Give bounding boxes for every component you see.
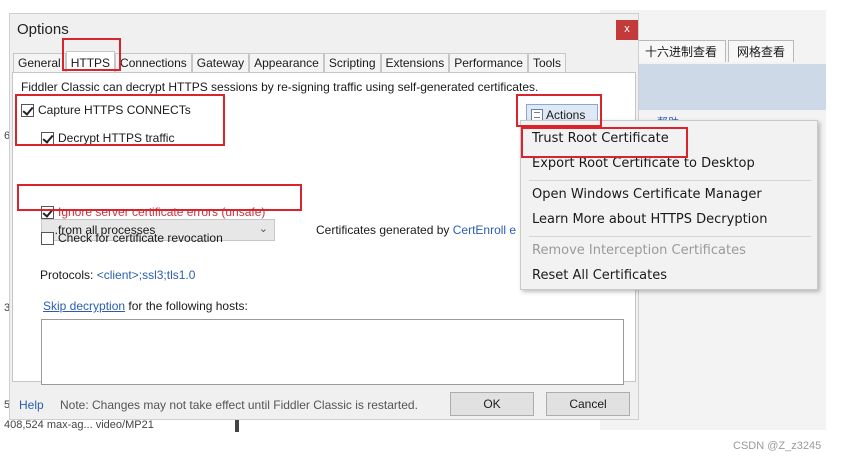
- background-tab-grid[interactable]: 网格查看: [728, 40, 795, 62]
- skip-decryption-line: Skip decryption for the following hosts:: [43, 299, 248, 313]
- menu-item-export-root-certificate[interactable]: Export Root Certificate to Desktop: [532, 156, 755, 171]
- https-description: Fiddler Classic can decrypt HTTPS sessio…: [21, 80, 539, 94]
- menu-item-open-certificate-manager[interactable]: Open Windows Certificate Manager: [532, 187, 762, 202]
- skip-hosts-textarea[interactable]: [41, 319, 624, 385]
- protocols-link[interactable]: <client>;ssl3;tls1.0: [97, 268, 196, 282]
- dialog-title: Options: [17, 21, 69, 38]
- check-revocation-label: Check for certificate revocation: [58, 231, 223, 245]
- tab-tools[interactable]: Tools: [527, 53, 566, 73]
- chevron-down-icon: ⌄: [258, 223, 268, 235]
- capture-https-checkbox[interactable]: Capture HTTPS CONNECTs: [21, 103, 191, 117]
- close-button[interactable]: x: [616, 20, 638, 40]
- menu-item-reset-all-certificates[interactable]: Reset All Certificates: [532, 268, 667, 283]
- skip-decryption-suffix: for the following hosts:: [125, 299, 248, 313]
- tab-extensions[interactable]: Extensions: [380, 53, 450, 73]
- checkbox-icon: [21, 103, 34, 117]
- check-revocation-checkbox[interactable]: Check for certificate revocation: [41, 231, 223, 245]
- checkbox-icon: [41, 231, 54, 245]
- background-band: [636, 64, 826, 110]
- background-tabs: 十六进制查看 网格查看: [636, 40, 796, 62]
- ignore-errors-checkbox[interactable]: Ignore server certificate errors (unsafe…: [41, 205, 265, 219]
- tab-gateway[interactable]: Gateway: [191, 53, 250, 73]
- ignore-errors-label: Ignore server certificate errors (unsafe…: [58, 205, 266, 219]
- menu-item-learn-more-https[interactable]: Learn More about HTTPS Decryption: [532, 212, 767, 227]
- restart-note: Note: Changes may not take effect until …: [60, 398, 418, 412]
- decrypt-https-label: Decrypt HTTPS traffic: [58, 131, 175, 145]
- tab-https[interactable]: HTTPS: [65, 51, 116, 73]
- help-link[interactable]: Help: [19, 398, 44, 412]
- menu-separator: [529, 180, 811, 181]
- skip-decryption-link[interactable]: Skip decryption: [43, 299, 125, 313]
- tab-appearance[interactable]: Appearance: [249, 53, 324, 73]
- decrypt-https-checkbox[interactable]: Decrypt HTTPS traffic: [41, 131, 174, 145]
- watermark: CSDN @Z_z3245: [733, 440, 822, 452]
- background-tab-hex[interactable]: 十六进制查看: [636, 40, 727, 62]
- certificate-generator-label: Certificates generated by: [316, 223, 450, 237]
- ok-button[interactable]: OK: [450, 392, 534, 416]
- options-tabs: General HTTPS Connections Gateway Appear…: [13, 51, 566, 73]
- certificate-generator-link[interactable]: CertEnroll e: [453, 223, 516, 237]
- close-icon: x: [624, 23, 630, 35]
- tab-performance[interactable]: Performance: [449, 53, 528, 73]
- tab-scripting[interactable]: Scripting: [323, 53, 381, 73]
- capture-https-label: Capture HTTPS CONNECTs: [38, 103, 191, 117]
- checkbox-icon: [41, 205, 54, 219]
- checkbox-icon: [41, 131, 54, 145]
- menu-item-trust-root-certificate[interactable]: Trust Root Certificate: [532, 131, 669, 146]
- background-scroll-marker: [235, 420, 239, 432]
- protocols-line: Protocols: <client>;ssl3;tls1.0: [40, 268, 195, 282]
- menu-item-remove-interception-certificates: Remove Interception Certificates: [532, 243, 746, 258]
- tab-connections[interactable]: Connections: [115, 53, 192, 73]
- tab-general[interactable]: General: [13, 53, 66, 73]
- certificate-generator: Certificates generated by CertEnroll e: [316, 223, 516, 237]
- background-list-row: 408,524 max-ag... video/MP21: [4, 419, 154, 431]
- actions-menu: Trust Root Certificate Export Root Certi…: [520, 120, 818, 290]
- protocols-label: Protocols:: [40, 268, 94, 282]
- menu-separator: [529, 236, 811, 237]
- cancel-button[interactable]: Cancel: [546, 392, 630, 416]
